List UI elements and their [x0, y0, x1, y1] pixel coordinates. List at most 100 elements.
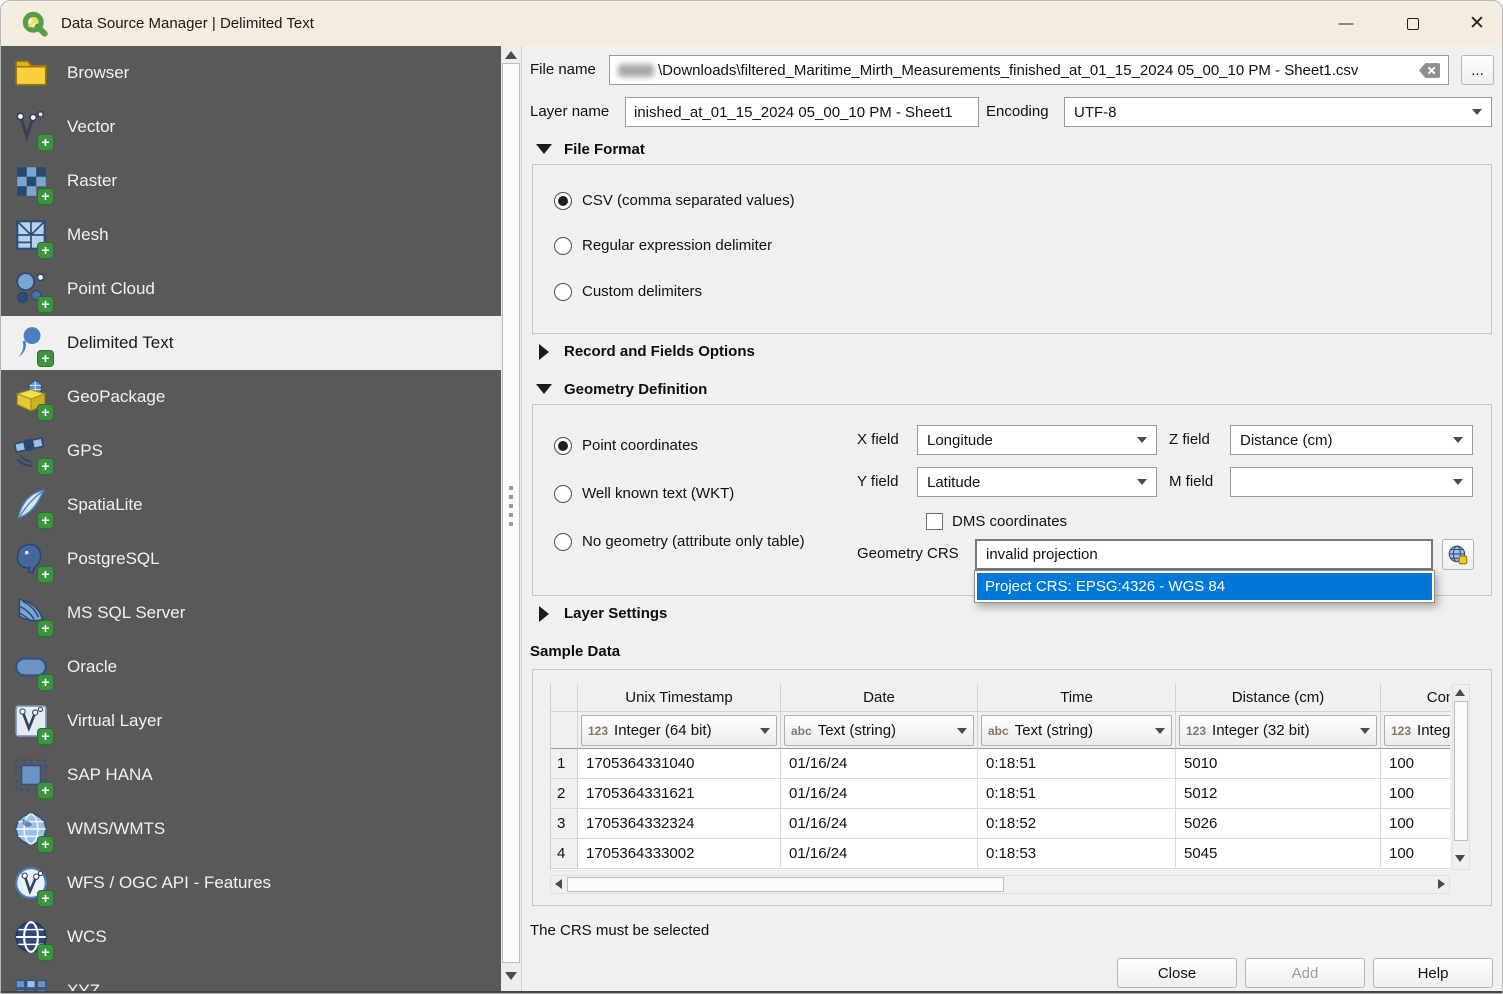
- layer-name-input[interactable]: inished_at_01_15_2024 05_00_10 PM - Shee…: [625, 97, 979, 127]
- collapse-caret-icon[interactable]: [536, 144, 552, 154]
- type-select-date[interactable]: abcText (string): [784, 715, 974, 746]
- geopackage-icon: +: [9, 375, 53, 419]
- x-field-select[interactable]: Longitude: [917, 425, 1157, 455]
- dms-coordinates-checkbox[interactable]: [926, 513, 943, 530]
- sidebar-item-mesh[interactable]: + Mesh: [1, 208, 501, 262]
- crs-option-project-crs[interactable]: Project CRS: EPSG:4326 - WGS 84: [977, 573, 1432, 600]
- sidebar-item-spatialite[interactable]: + SpatiaLite: [1, 478, 501, 532]
- sidebar-item-browser[interactable]: Browser: [1, 46, 501, 100]
- section-file-format[interactable]: File Format: [564, 141, 645, 158]
- sidebar-item-wms-wmts[interactable]: + WMS/WMTS: [1, 802, 501, 856]
- close-window-button[interactable]: ✕: [1454, 1, 1500, 46]
- minimize-button[interactable]: —: [1323, 1, 1369, 46]
- y-field-value: Latitude: [927, 474, 980, 491]
- sidebar-item-wcs[interactable]: + WCS: [1, 910, 501, 964]
- number-type-icon: 123: [588, 724, 608, 738]
- radio-regexp-delimiter[interactable]: [554, 237, 572, 255]
- sidebar-item-point-cloud[interactable]: + Point Cloud: [1, 262, 501, 316]
- sidebar-item-label: WFS / OGC API - Features: [67, 873, 271, 893]
- geometry-crs-label: Geometry CRS: [857, 544, 959, 564]
- scroll-down-arrow-icon[interactable]: [1455, 855, 1465, 862]
- type-select-con[interactable]: 123 Integ: [1384, 715, 1450, 746]
- sidebar-item-wfs-ogc-api-features[interactable]: + WFS / OGC API - Features: [1, 856, 501, 910]
- radio-point-coordinates[interactable]: [554, 437, 572, 455]
- sidebar-item-raster[interactable]: + Raster: [1, 154, 501, 208]
- close-icon: ✕: [1469, 12, 1485, 35]
- wms-globe-icon: +: [9, 807, 53, 851]
- chevron-down-icon: [1453, 437, 1463, 443]
- postgresql-elephant-icon: +: [9, 537, 53, 581]
- close-button[interactable]: Close: [1117, 958, 1237, 988]
- radio-csv[interactable]: [554, 192, 572, 210]
- layer-name-label: Layer name: [530, 97, 609, 127]
- splitter-handle[interactable]: [509, 486, 513, 490]
- scrollbar-thumb[interactable]: [567, 877, 1004, 892]
- cell: 01/16/24: [781, 809, 978, 839]
- add-badge-icon: +: [37, 836, 54, 853]
- scrollbar-thumb[interactable]: [1454, 701, 1468, 841]
- sidebar-item-xyz[interactable]: + XYZ: [1, 964, 501, 991]
- scroll-down-arrow-icon[interactable]: [505, 972, 517, 980]
- type-select-unix-timestamp[interactable]: 123Integer (64 bit): [581, 715, 777, 746]
- table-header-row: Unix Timestamp Date Time Distance (cm) C…: [551, 684, 1450, 712]
- table-horizontal-scrollbar[interactable]: [550, 875, 1450, 894]
- sidebar-item-label: Point Cloud: [67, 279, 155, 299]
- splitter-handle[interactable]: [509, 504, 513, 508]
- z-field-select[interactable]: Distance (cm): [1230, 425, 1473, 455]
- expand-caret-icon[interactable]: [539, 606, 549, 622]
- file-name-input[interactable]: \Downloads\filtered_Maritime_Mirth_Measu…: [609, 55, 1449, 85]
- type-label: Integ: [1417, 722, 1450, 739]
- wfs-globe-icon: +: [9, 861, 53, 905]
- select-crs-button[interactable]: [1442, 539, 1474, 570]
- geometry-groupbox: Point coordinates Well known text (WKT) …: [532, 404, 1492, 596]
- section-geometry-definition[interactable]: Geometry Definition: [564, 381, 707, 398]
- wcs-globe-icon: +: [9, 915, 53, 959]
- cell: 0:18:53: [978, 839, 1176, 869]
- add-button[interactable]: Add: [1245, 958, 1365, 988]
- number-type-icon: 123: [1391, 724, 1411, 738]
- y-field-select[interactable]: Latitude: [917, 467, 1157, 497]
- maximize-button[interactable]: [1390, 1, 1436, 46]
- scroll-up-arrow-icon[interactable]: [505, 51, 517, 59]
- sidebar-item-oracle[interactable]: + Oracle: [1, 640, 501, 694]
- table-vertical-scrollbar[interactable]: [1452, 684, 1470, 870]
- add-badge-icon: +: [37, 890, 54, 907]
- sidebar-item-geopackage[interactable]: + GeoPackage: [1, 370, 501, 424]
- help-button[interactable]: Help: [1373, 958, 1493, 988]
- type-select-distance[interactable]: 123Integer (32 bit): [1179, 715, 1377, 746]
- sidebar-item-sap-hana[interactable]: + SAP HANA: [1, 748, 501, 802]
- add-badge-icon: +: [37, 512, 54, 529]
- sidebar-item-delimited-text[interactable]: + Delimited Text: [1, 316, 501, 370]
- cell: 5026: [1176, 809, 1381, 839]
- section-record-fields-options[interactable]: Record and Fields Options: [564, 343, 755, 360]
- cell: 01/16/24: [781, 749, 978, 779]
- cell: 5045: [1176, 839, 1381, 869]
- sidebar-item-ms-sql-server[interactable]: + MS SQL Server: [1, 586, 501, 640]
- sidebar-item-virtual-layer[interactable]: + Virtual Layer: [1, 694, 501, 748]
- radio-custom-delimiters[interactable]: [554, 283, 572, 301]
- sidebar-item-postgresql[interactable]: + PostgreSQL: [1, 532, 501, 586]
- scroll-right-arrow-icon[interactable]: [1438, 879, 1445, 889]
- section-layer-settings[interactable]: Layer Settings: [564, 605, 667, 622]
- expand-caret-icon[interactable]: [539, 344, 549, 360]
- splitter-handle[interactable]: [509, 513, 513, 517]
- sidebar-item-vector[interactable]: + Vector: [1, 100, 501, 154]
- add-badge-icon: +: [37, 458, 54, 475]
- collapse-caret-icon[interactable]: [536, 384, 552, 394]
- radio-no-geometry[interactable]: [554, 533, 572, 551]
- splitter-handle[interactable]: [509, 522, 513, 526]
- scroll-left-arrow-icon[interactable]: [555, 879, 562, 889]
- radio-wkt[interactable]: [554, 485, 572, 503]
- encoding-select[interactable]: UTF-8: [1064, 97, 1492, 127]
- geometry-crs-combobox[interactable]: invalid projection: [975, 539, 1433, 570]
- sidebar-item-gps[interactable]: + GPS: [1, 424, 501, 478]
- browse-file-button[interactable]: ...: [1461, 55, 1494, 85]
- type-select-time[interactable]: abcText (string): [981, 715, 1172, 746]
- content-vertical-scrollbar[interactable]: [501, 46, 522, 991]
- splitter-handle[interactable]: [509, 495, 513, 499]
- clear-icon[interactable]: [1419, 63, 1440, 78]
- mesh-layer-icon: +: [9, 213, 53, 257]
- cell: 100: [1381, 779, 1450, 809]
- scroll-up-arrow-icon[interactable]: [1455, 689, 1465, 696]
- m-field-select[interactable]: [1230, 467, 1473, 497]
